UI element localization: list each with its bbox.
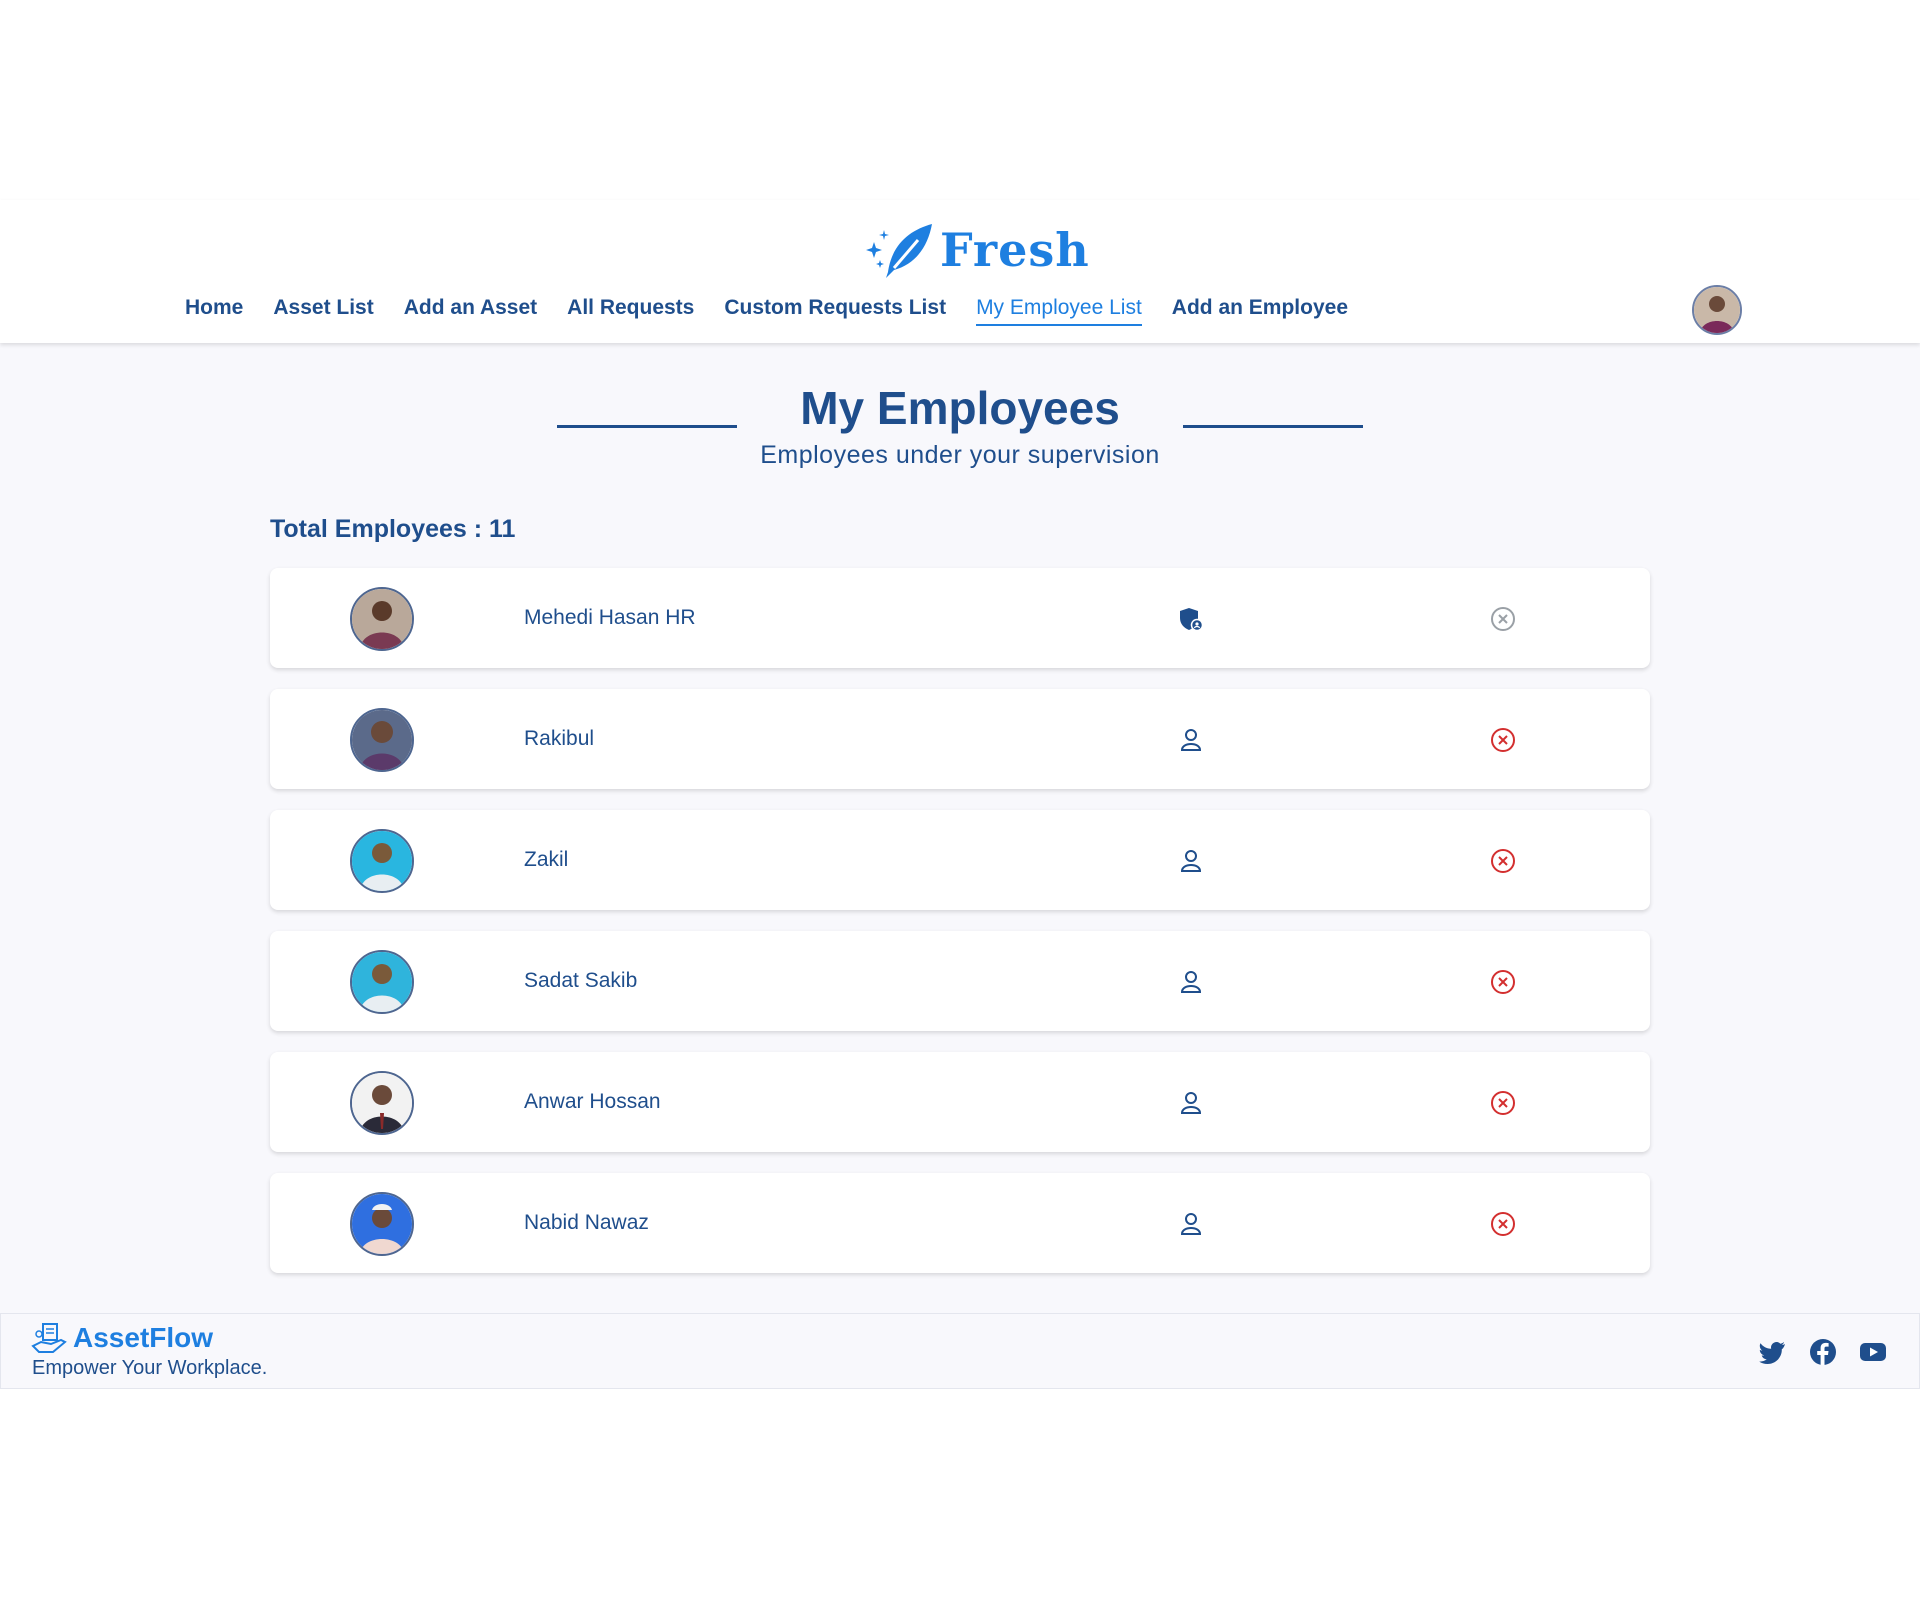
employee-row: Zakil xyxy=(270,810,1650,910)
total-employees: Total Employees : 11 xyxy=(270,515,516,543)
social-links xyxy=(1759,1338,1887,1366)
twitter-icon[interactable] xyxy=(1759,1338,1787,1366)
user-avatar[interactable] xyxy=(1692,285,1742,335)
footer-tagline: Empower Your Workplace. xyxy=(32,1357,268,1379)
employee-avatar xyxy=(350,587,414,651)
nav-custom-requests-list[interactable]: Custom Requests List xyxy=(724,296,946,326)
employee-avatar xyxy=(350,950,414,1014)
nav-add-asset[interactable]: Add an Asset xyxy=(404,296,537,326)
nav-add-employee[interactable]: Add an Employee xyxy=(1172,296,1348,326)
employee-avatar xyxy=(350,1192,414,1256)
leaf-sparkle-icon xyxy=(866,224,932,278)
asset-hand-icon xyxy=(31,1323,67,1353)
page: Fresh Home Asset List Add an Asset All R… xyxy=(0,0,1920,1605)
user-icon xyxy=(1178,1090,1204,1116)
main-content: My Employees Employees under your superv… xyxy=(0,343,1920,1313)
employee-row: Rakibul xyxy=(270,689,1650,789)
employee-name: Mehedi Hasan HR xyxy=(524,606,696,629)
page-title: My Employees xyxy=(800,382,1120,434)
remove-employee-button[interactable] xyxy=(1489,726,1517,754)
employee-row: Anwar Hossan xyxy=(270,1052,1650,1152)
employee-name: Nabid Nawaz xyxy=(524,1211,649,1234)
employee-list: Mehedi Hasan HR Rakibul Zakil Sadat Saki… xyxy=(270,568,1650,1294)
nav-my-employee-list[interactable]: My Employee List xyxy=(976,296,1142,326)
admin-shield-icon xyxy=(1178,606,1204,632)
remove-employee-button[interactable] xyxy=(1489,847,1517,875)
employee-name: Zakil xyxy=(524,848,569,871)
user-icon xyxy=(1178,727,1204,753)
main-nav: Home Asset List Add an Asset All Request… xyxy=(185,296,1348,326)
employee-avatar xyxy=(350,708,414,772)
facebook-icon[interactable] xyxy=(1809,1338,1837,1366)
remove-employee-button[interactable] xyxy=(1489,1089,1517,1117)
nav-all-requests[interactable]: All Requests xyxy=(567,296,694,326)
employee-row: Sadat Sakib xyxy=(270,931,1650,1031)
top-header: Fresh Home Asset List Add an Asset All R… xyxy=(0,200,1920,343)
employee-avatar xyxy=(350,829,414,893)
footer-logo[interactable]: AssetFlow xyxy=(31,1320,213,1356)
nav-asset-list[interactable]: Asset List xyxy=(273,296,373,326)
brand-name: Fresh xyxy=(940,223,1090,277)
nav-home[interactable]: Home xyxy=(185,296,243,326)
employee-name: Sadat Sakib xyxy=(524,969,638,992)
footer: AssetFlow Empower Your Workplace. xyxy=(0,1313,1920,1389)
section-heading: My Employees Employees under your superv… xyxy=(0,381,1920,470)
employee-row: Nabid Nawaz xyxy=(270,1173,1650,1273)
employee-name: Rakibul xyxy=(524,727,595,750)
page-subtitle: Employees under your supervision xyxy=(760,441,1160,469)
user-icon xyxy=(1178,969,1204,995)
footer-brand: AssetFlow xyxy=(73,1322,214,1353)
remove-employee-button[interactable] xyxy=(1489,1210,1517,1238)
user-icon xyxy=(1178,848,1204,874)
employee-name: Anwar Hossan xyxy=(524,1090,661,1113)
employee-avatar xyxy=(350,1071,414,1135)
youtube-icon[interactable] xyxy=(1859,1338,1887,1366)
remove-employee-button-disabled[interactable] xyxy=(1489,605,1517,633)
employee-row: Mehedi Hasan HR xyxy=(270,568,1650,668)
brand-logo[interactable]: Fresh xyxy=(862,222,1090,278)
user-icon xyxy=(1178,1211,1204,1237)
remove-employee-button[interactable] xyxy=(1489,968,1517,996)
